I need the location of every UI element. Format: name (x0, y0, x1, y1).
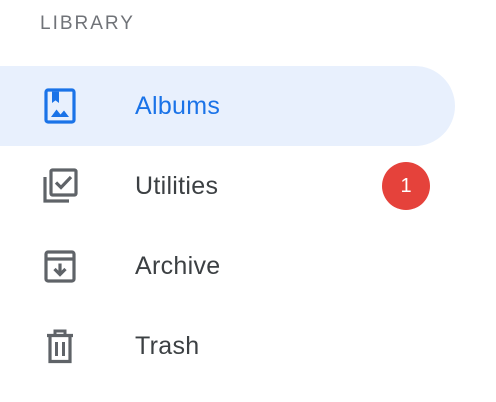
nav-item-trash[interactable]: Trash (0, 306, 455, 386)
trash-icon (40, 326, 80, 366)
photo-album-icon (40, 86, 80, 126)
nav-item-utilities[interactable]: Utilities 1 (0, 146, 455, 226)
archive-icon (40, 246, 80, 286)
nav-item-label: Trash (135, 332, 200, 360)
library-add-check-icon (40, 166, 80, 206)
nav-item-label: Archive (135, 252, 221, 280)
nav-item-label: Albums (135, 92, 221, 120)
nav-item-albums[interactable]: Albums (0, 66, 455, 146)
nav-item-archive[interactable]: Archive (0, 226, 455, 306)
library-nav: Albums Utilities 1 Archive Trash (0, 66, 496, 386)
notification-badge: 1 (382, 162, 430, 210)
library-section-header: LIBRARY (40, 13, 135, 34)
nav-item-label: Utilities (135, 172, 219, 200)
